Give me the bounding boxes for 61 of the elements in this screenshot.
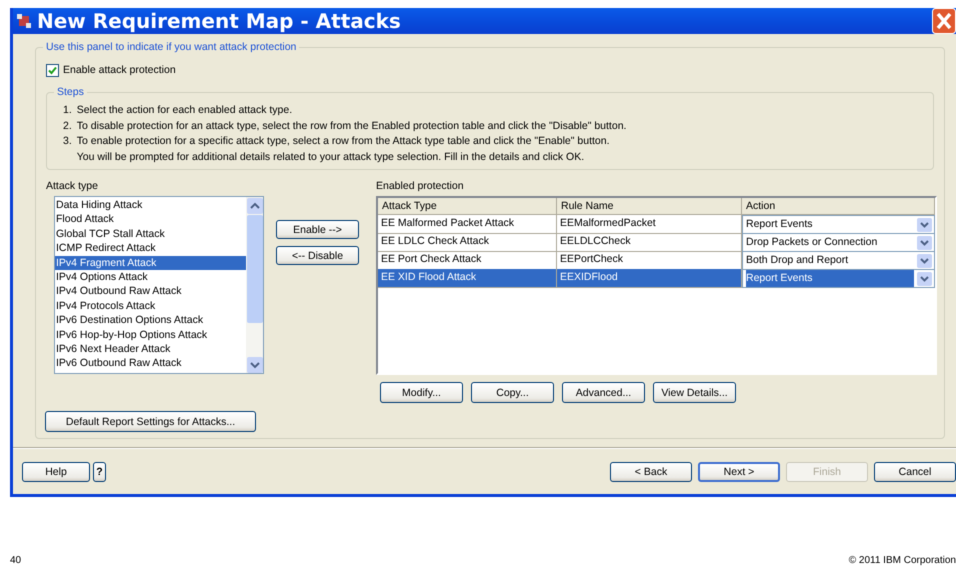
column-header[interactable]: Rule Name: [557, 198, 742, 215]
table-row[interactable]: EE LDLC Check Attack EELDLCCheck Drop Packets or Connection: [378, 233, 935, 251]
list-item[interactable]: IPv4 Options Attack: [55, 270, 246, 284]
enabled-protection-label: Enabled protection: [376, 180, 465, 192]
table-cell: EE XID Flood Attack: [378, 269, 557, 288]
wizard-nav-button[interactable]: < Back: [610, 462, 692, 482]
close-icon[interactable]: [932, 8, 956, 34]
scroll-down-icon[interactable]: [246, 357, 262, 373]
help-icon-button[interactable]: ?: [93, 462, 106, 482]
table-cell: EEXIDFlood: [557, 269, 742, 288]
checkbox-label: Enable attack protection: [63, 64, 176, 76]
list-item[interactable]: IPv4 Fragment Attack: [55, 256, 246, 270]
scrollbar[interactable]: [246, 197, 263, 373]
copyright: © 2011 IBM Corporation: [848, 555, 956, 566]
step-text: You will be prompted for additional details related to your attack type selection. Fill in the details and click OK.: [76, 150, 586, 164]
table-action-button[interactable]: Modify...: [380, 382, 463, 403]
table-cell: EE LDLC Check Attack: [378, 233, 557, 252]
list-item[interactable]: Flood Attack: [55, 212, 246, 227]
list-item[interactable]: IPv6 Hop-by-Hop Options Attack: [55, 328, 246, 342]
default-report-settings-button[interactable]: Default Report Settings for Attacks...: [45, 411, 256, 432]
wizard-nav-button[interactable]: Next >: [698, 462, 780, 482]
action-dropdown[interactable]: Both Drop and Report: [742, 251, 935, 270]
window-title: New Requirement Map - Attacks: [37, 9, 402, 33]
table-action-button[interactable]: View Details...: [653, 382, 736, 403]
list-item[interactable]: IPv4 Outbound Raw Attack: [55, 284, 246, 299]
wizard-nav-button[interactable]: Cancel: [874, 462, 956, 482]
attack-type-list[interactable]: [54, 196, 264, 374]
step-number: 2.: [63, 118, 72, 134]
table-cell: EEMalformedPacket: [557, 215, 742, 234]
scroll-up-icon[interactable]: [246, 198, 262, 214]
attack-type-label: Attack type: [46, 180, 99, 192]
action-dropdown[interactable]: Report Events: [742, 269, 935, 288]
action-dropdown[interactable]: Drop Packets or Connection: [742, 233, 935, 252]
list-item[interactable]: ICMP Redirect Attack: [55, 241, 246, 256]
move-button[interactable]: <-- Disable: [276, 246, 359, 265]
panel-legend: Use this panel to indicate if you want attack protection: [43, 41, 300, 53]
list-item[interactable]: IPv6 Outbound Raw Attack: [55, 356, 246, 371]
page-number: 40: [10, 555, 22, 566]
help-button[interactable]: Help: [22, 462, 90, 482]
step-text: Select the action for each enabled attack type.: [76, 103, 292, 118]
action-dropdown[interactable]: Report Events: [742, 215, 935, 234]
list-item[interactable]: Data Hiding Attack: [55, 198, 246, 212]
table-cell: EE Malformed Packet Attack: [378, 215, 557, 234]
step-number: 1.: [63, 103, 72, 118]
enable-checkbox[interactable]: [46, 64, 59, 76]
step-text: To enable protection for a specific attack type, select a row from the Attack type table and click the "Enable" button.: [76, 134, 610, 149]
step-number: 3.: [63, 134, 72, 149]
table-action-button[interactable]: Copy...: [471, 382, 554, 403]
list-item[interactable]: IPv4 Protocols Attack: [55, 298, 246, 314]
list-item[interactable]: IPv6 Next Header Attack: [55, 342, 246, 356]
app-icon: [17, 14, 31, 28]
list-item[interactable]: Global TCP Stall Attack: [55, 226, 246, 242]
table-row[interactable]: EE XID Flood Attack EEXIDFlood Report Events: [378, 269, 935, 287]
steps-legend: Steps: [54, 86, 87, 98]
table-cell: EELDLCCheck: [557, 233, 742, 252]
move-button[interactable]: Enable -->: [276, 220, 359, 239]
list-item[interactable]: IPv6 Destination Options Attack: [55, 313, 246, 328]
table-action-button[interactable]: Advanced...: [562, 382, 645, 403]
table-row[interactable]: EE Malformed Packet Attack EEMalformedPacket Report Events: [378, 215, 935, 233]
step-text: To disable protection for an attack type, select the row from the Enabled protection table and click the "Disable" button.: [76, 118, 626, 134]
column-header[interactable]: Attack Type: [378, 198, 557, 215]
